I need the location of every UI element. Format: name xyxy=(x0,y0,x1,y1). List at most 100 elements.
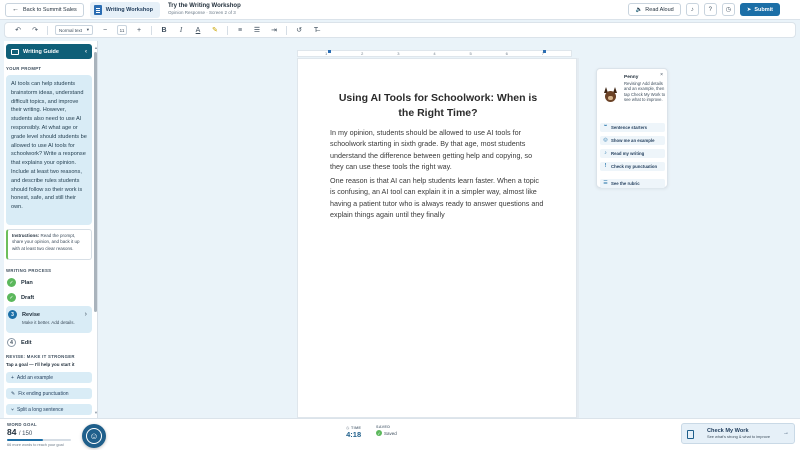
step-revise[interactable]: 3 Revise Make it better. Add details. › xyxy=(6,306,92,333)
step-plan[interactable]: ✓ Plan xyxy=(7,277,92,288)
prompt-text: AI tools can help students brainstorm id… xyxy=(6,75,92,225)
word-goal-message: 66 more words to reach your goal xyxy=(7,443,64,447)
check-icon: ✓ xyxy=(7,278,16,287)
saved-label: SAVED xyxy=(376,425,391,429)
goal-add-example-button[interactable]: + Add an example xyxy=(6,372,92,383)
writing-process-label: WRITING PROCESS xyxy=(6,268,52,273)
text-color-icon[interactable]: A xyxy=(193,27,203,34)
document-page[interactable]: Using AI Tools for Schoolwork: When is t… xyxy=(297,58,577,418)
font-size-input[interactable]: 11 xyxy=(117,25,127,35)
check-my-work-subtitle: See what's strong & what to improve xyxy=(707,434,771,439)
font-size-increase-icon[interactable]: + xyxy=(134,27,144,34)
revise-section-hint: Tap a goal — I'll help you start it xyxy=(6,362,75,367)
list-icon[interactable]: ☰ xyxy=(252,26,262,34)
word-goal-progress xyxy=(7,439,71,441)
check-icon: ✓ xyxy=(7,293,16,302)
accessibility-button[interactable]: ☺ xyxy=(82,424,106,448)
read-aloud-button[interactable]: 🔈 Read Aloud xyxy=(628,3,681,16)
italic-icon[interactable]: I xyxy=(176,26,186,34)
essay-paragraph[interactable]: In my opinion, students should be allowe… xyxy=(330,127,546,173)
essay-title[interactable]: Using AI Tools for Schoolwork: When is t… xyxy=(330,91,546,121)
time-display: ◷ TIME 4:18 xyxy=(346,425,361,439)
read-aloud-label: Read Aloud xyxy=(645,6,674,13)
prompt-section-label: YOUR PROMPT xyxy=(6,66,42,71)
ruler-number: 2 xyxy=(361,51,364,56)
undo-icon[interactable]: ↶ xyxy=(13,26,23,34)
document-scrollbar[interactable] xyxy=(577,58,579,418)
step-revise-row: 3 Revise xyxy=(8,309,89,320)
step-edit[interactable]: 4 Edit xyxy=(7,337,92,348)
goal-fix-punctuation-button[interactable]: ✎ Fix ending punctuation xyxy=(6,388,92,399)
time-value: 4:18 xyxy=(346,430,362,439)
writing-guide-header[interactable]: Writing Guide ‹ xyxy=(6,44,92,59)
spellcheck-icon[interactable]: ↺ xyxy=(294,26,304,34)
word-count: 84 / 150 xyxy=(7,427,32,437)
rubric-icon: ☰ xyxy=(603,180,608,186)
step-draft[interactable]: ✓ Draft xyxy=(7,292,92,303)
option-show-example[interactable]: ◎ Show me an example xyxy=(600,136,665,146)
sidebar-scroll-up-icon[interactable]: ▲ xyxy=(94,45,98,50)
option-label: Read my writing xyxy=(611,151,645,156)
ruler-number: 4 xyxy=(433,51,436,56)
goal-split-sentence-button[interactable]: ⑂ Split a long sentence xyxy=(6,404,92,415)
chevron-right-icon: › xyxy=(84,311,87,318)
sidebar-scroll-down-icon[interactable]: ▼ xyxy=(94,410,98,415)
option-label: Show me an example xyxy=(611,138,655,143)
saved-value: Saved xyxy=(384,430,397,436)
bold-icon[interactable]: B xyxy=(159,27,169,34)
toolbar-divider xyxy=(151,25,152,35)
punctuation-icon: ! xyxy=(604,163,607,169)
submit-label: Submit xyxy=(754,6,773,13)
close-icon[interactable]: × xyxy=(660,72,663,78)
step-label: Revise xyxy=(22,311,41,318)
redo-icon[interactable]: ↷ xyxy=(30,26,40,34)
arrow-right-icon: → xyxy=(783,430,789,436)
instructions-label: Instructions: xyxy=(12,233,40,238)
accessibility-icon: ☺ xyxy=(86,428,102,444)
document-ruler[interactable]: 1 2 3 4 5 6 7 xyxy=(297,50,572,57)
ruler-number: 5 xyxy=(469,51,472,56)
highlight-icon[interactable]: ✎ xyxy=(210,26,220,34)
collapse-icon[interactable]: ‹ xyxy=(85,49,87,55)
toolbar-divider xyxy=(47,25,48,35)
step-revise-description: Make it better. Add details. xyxy=(22,320,75,325)
punctuation-icon: ✎ xyxy=(11,390,16,397)
ruler-number: 7 xyxy=(541,51,545,56)
timer-button[interactable]: ◷ xyxy=(721,3,735,16)
writing-workshop-tab[interactable]: Writing Workshop xyxy=(89,1,160,18)
assistant-panel: × Penny Revising! Add details and an exa… xyxy=(596,68,668,189)
word-count-total: / 150 xyxy=(18,431,33,437)
font-size-decrease-icon[interactable]: − xyxy=(100,27,110,34)
option-see-rubric[interactable]: ☰ See the rubric xyxy=(600,179,665,189)
step-number: 3 xyxy=(8,310,17,319)
writing-workshop-tab-label: Writing Workshop xyxy=(105,6,153,13)
indent-icon[interactable]: ⇥ xyxy=(269,26,279,34)
music-button[interactable]: ♪ xyxy=(685,3,699,16)
word-count-value: 84 xyxy=(7,427,17,437)
option-check-punctuation[interactable]: ! Check my punctuation xyxy=(600,162,665,172)
saved-status: SAVED ✓ Saved xyxy=(376,425,397,436)
book-icon xyxy=(11,48,19,55)
dog-snout xyxy=(608,96,613,100)
option-read-writing[interactable]: ♪ Read my writing xyxy=(600,149,665,159)
back-button[interactable]: ← Back to Summit Sales xyxy=(5,2,84,17)
avatar xyxy=(602,86,619,103)
split-icon: ⑂ xyxy=(11,406,15,413)
send-icon: ➤ xyxy=(746,6,752,13)
check-my-work-button[interactable]: Check My Work See what's strong & what t… xyxy=(681,423,795,444)
help-button[interactable]: ? xyxy=(703,3,717,16)
submit-button[interactable]: ➤ Submit xyxy=(739,3,780,16)
goal-label: Fix ending punctuation xyxy=(18,390,69,397)
top-bar: ← Back to Summit Sales Writing Workshop … xyxy=(0,0,800,20)
page-title: Try the Writing Workshop xyxy=(167,3,241,10)
speaker-icon: 🔈 xyxy=(635,6,643,13)
footer-bar: WORD GOAL 84 / 150 66 more words to reac… xyxy=(0,418,800,450)
essay-paragraph[interactable]: One reason is that AI can help students … xyxy=(330,175,546,221)
clipboard-icon xyxy=(687,430,694,439)
align-icon[interactable]: ≡ xyxy=(235,27,245,34)
goal-label: Split a long sentence xyxy=(17,406,64,413)
text-style-select[interactable]: Normal text ▾ xyxy=(55,25,93,35)
sidebar-scrollbar[interactable] xyxy=(94,52,97,312)
clear-format-icon[interactable]: T̶ xyxy=(311,27,321,34)
option-sentence-starters[interactable]: ❝ Sentence starters xyxy=(600,123,665,133)
